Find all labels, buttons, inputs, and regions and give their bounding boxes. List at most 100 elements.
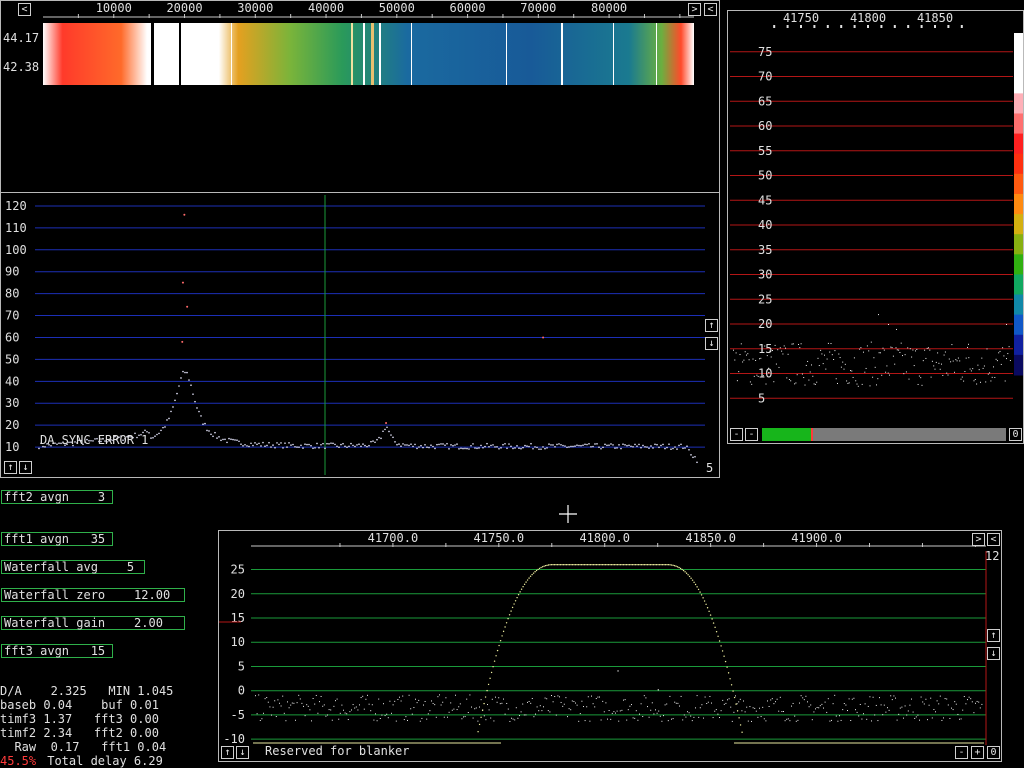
spectrum-up-button[interactable]: ↑ [4,461,17,474]
spectrum-trace-point [548,443,550,445]
baseband-down-button[interactable]: ↓ [236,746,249,759]
waterfall-signal-line [379,23,381,85]
hires-data-point [947,374,949,376]
baseband-noise-point [426,718,428,720]
baseband-noise-point [739,698,741,700]
waterfall-signal-line [351,23,353,85]
baseband-noise-point [368,703,370,705]
spectrum-trace-point [404,444,406,446]
hires-data-point [736,380,738,382]
hires-data-point [814,383,816,385]
spectrum-trace-point [298,446,300,448]
baseband-noise-point [939,695,941,697]
hires-data-point [920,377,922,379]
hires-progress-bar[interactable] [762,428,1006,441]
baseband-noise-point [893,695,895,697]
waterfall-signal-line [656,23,657,85]
spectrum-trace-point [288,442,290,444]
hires-zero-button[interactable]: 0 [1009,428,1022,441]
baseband-noise-point [845,704,847,706]
baseband-plus-button[interactable]: + [971,746,984,759]
param-fft2-avgn[interactable]: fft2 avgn 3 [1,490,113,504]
spectrum-trace-point [150,437,152,439]
hires-freq-tick [907,25,910,28]
hires-data-point [978,369,980,371]
baseband-noise-point [533,716,535,718]
param-waterfall-gain[interactable]: Waterfall gain 2.00 [1,616,185,630]
baseband-noise-point [885,711,887,713]
param-waterfall-zero[interactable]: Waterfall zero 12.00 [1,588,185,602]
baseband-noise-point [421,717,423,719]
param-waterfall-avg[interactable]: Waterfall avg 5 [1,560,145,574]
hires-data-point [1007,353,1009,355]
spectrum-trace-point [212,435,214,438]
baseband-filter-curve-point [613,563,616,566]
baseband-noise-point [781,711,783,713]
spectrum-y-tick-label: 60 [5,330,19,344]
spectrum-trace-point [410,443,412,445]
hires-data-point [878,352,880,354]
baseband-noise-point [898,713,900,715]
baseband-scale-up-button[interactable]: ↑ [987,629,1000,642]
param-fft1-avgn[interactable]: fft1 avgn 35 [1,532,113,546]
baseband-noise-point [570,709,572,711]
spectrum-trace-point [414,443,416,446]
hires-data-point [996,360,998,362]
spectrum-down-button[interactable]: ↓ [19,461,32,474]
baseband-noise-point [463,716,464,718]
spectrum-trace-point [586,443,588,446]
hires-data-point [786,377,788,379]
spectrum-trace-point [512,447,514,450]
baseband-noise-point [704,696,706,698]
spectrum-trace-point [584,443,586,446]
hires-colorbar-segment [1014,274,1023,296]
crosshair-cursor-icon [559,505,577,523]
baseband-filter-curve-point [562,563,565,566]
waterfall-freq-label: 60000 [450,1,486,15]
baseband-noise-point [359,704,360,706]
hires-data-point [968,343,969,345]
spectrum-trace-point [570,445,572,448]
baseband-up-button[interactable]: ↑ [221,746,234,759]
baseband-filter-curve-point [628,563,631,566]
spectrum-trace-point [662,443,664,446]
spectrum-trace-point [222,438,224,441]
baseband-noise-point [613,711,615,713]
hires-minus-button[interactable]: - [730,428,743,441]
spectrum-trace-point [252,444,254,447]
spectrum-trace-point [642,444,644,447]
baseband-noise-point [747,720,749,722]
waterfall-right-button[interactable]: > [688,3,701,16]
baseband-filter-curve-point [555,563,557,566]
baseband-filter-curve-point [727,672,730,674]
baseband-noise-point [531,697,533,699]
spectrum-scale-up-button[interactable]: ↑ [705,319,718,332]
waterfall-freq-label: 50000 [379,1,415,15]
baseband-filter-curve-point [552,563,554,566]
spectrum-scale-down-button[interactable]: ↓ [705,337,718,350]
baseband-right-button[interactable]: > [972,533,985,546]
baseband-noise-point [947,704,949,706]
spectrum-trace-point [334,443,336,446]
baseband-zero-button[interactable]: 0 [987,746,1000,759]
baseband-scale-down-button[interactable]: ↓ [987,647,1000,660]
baseband-filter-curve-point [591,563,593,566]
baseband-minus-button[interactable]: - [955,746,968,759]
spectrum-trace-point [534,446,536,448]
spectrum-trace-point [238,440,240,443]
hires-data-point [896,328,897,330]
baseband-noise-point [903,717,904,719]
baseband-close-button[interactable]: < [987,533,1000,546]
baseband-filter-curve-point [649,563,652,566]
baseband-y-tick-label: 5 [238,659,245,673]
waterfall-left-button[interactable]: < [18,3,31,16]
waterfall-close-button[interactable]: < [704,3,717,16]
hires-minus-button-2[interactable]: - [745,428,758,441]
param-fft3-avgn[interactable]: fft3 avgn 15 [1,644,113,658]
baseband-noise-point [664,704,666,706]
baseband-noise-point [840,719,842,721]
hires-data-point [924,349,926,351]
spectrum-trace-point [412,445,414,448]
baseband-data-point [617,670,619,672]
baseband-noise-point [419,720,421,722]
